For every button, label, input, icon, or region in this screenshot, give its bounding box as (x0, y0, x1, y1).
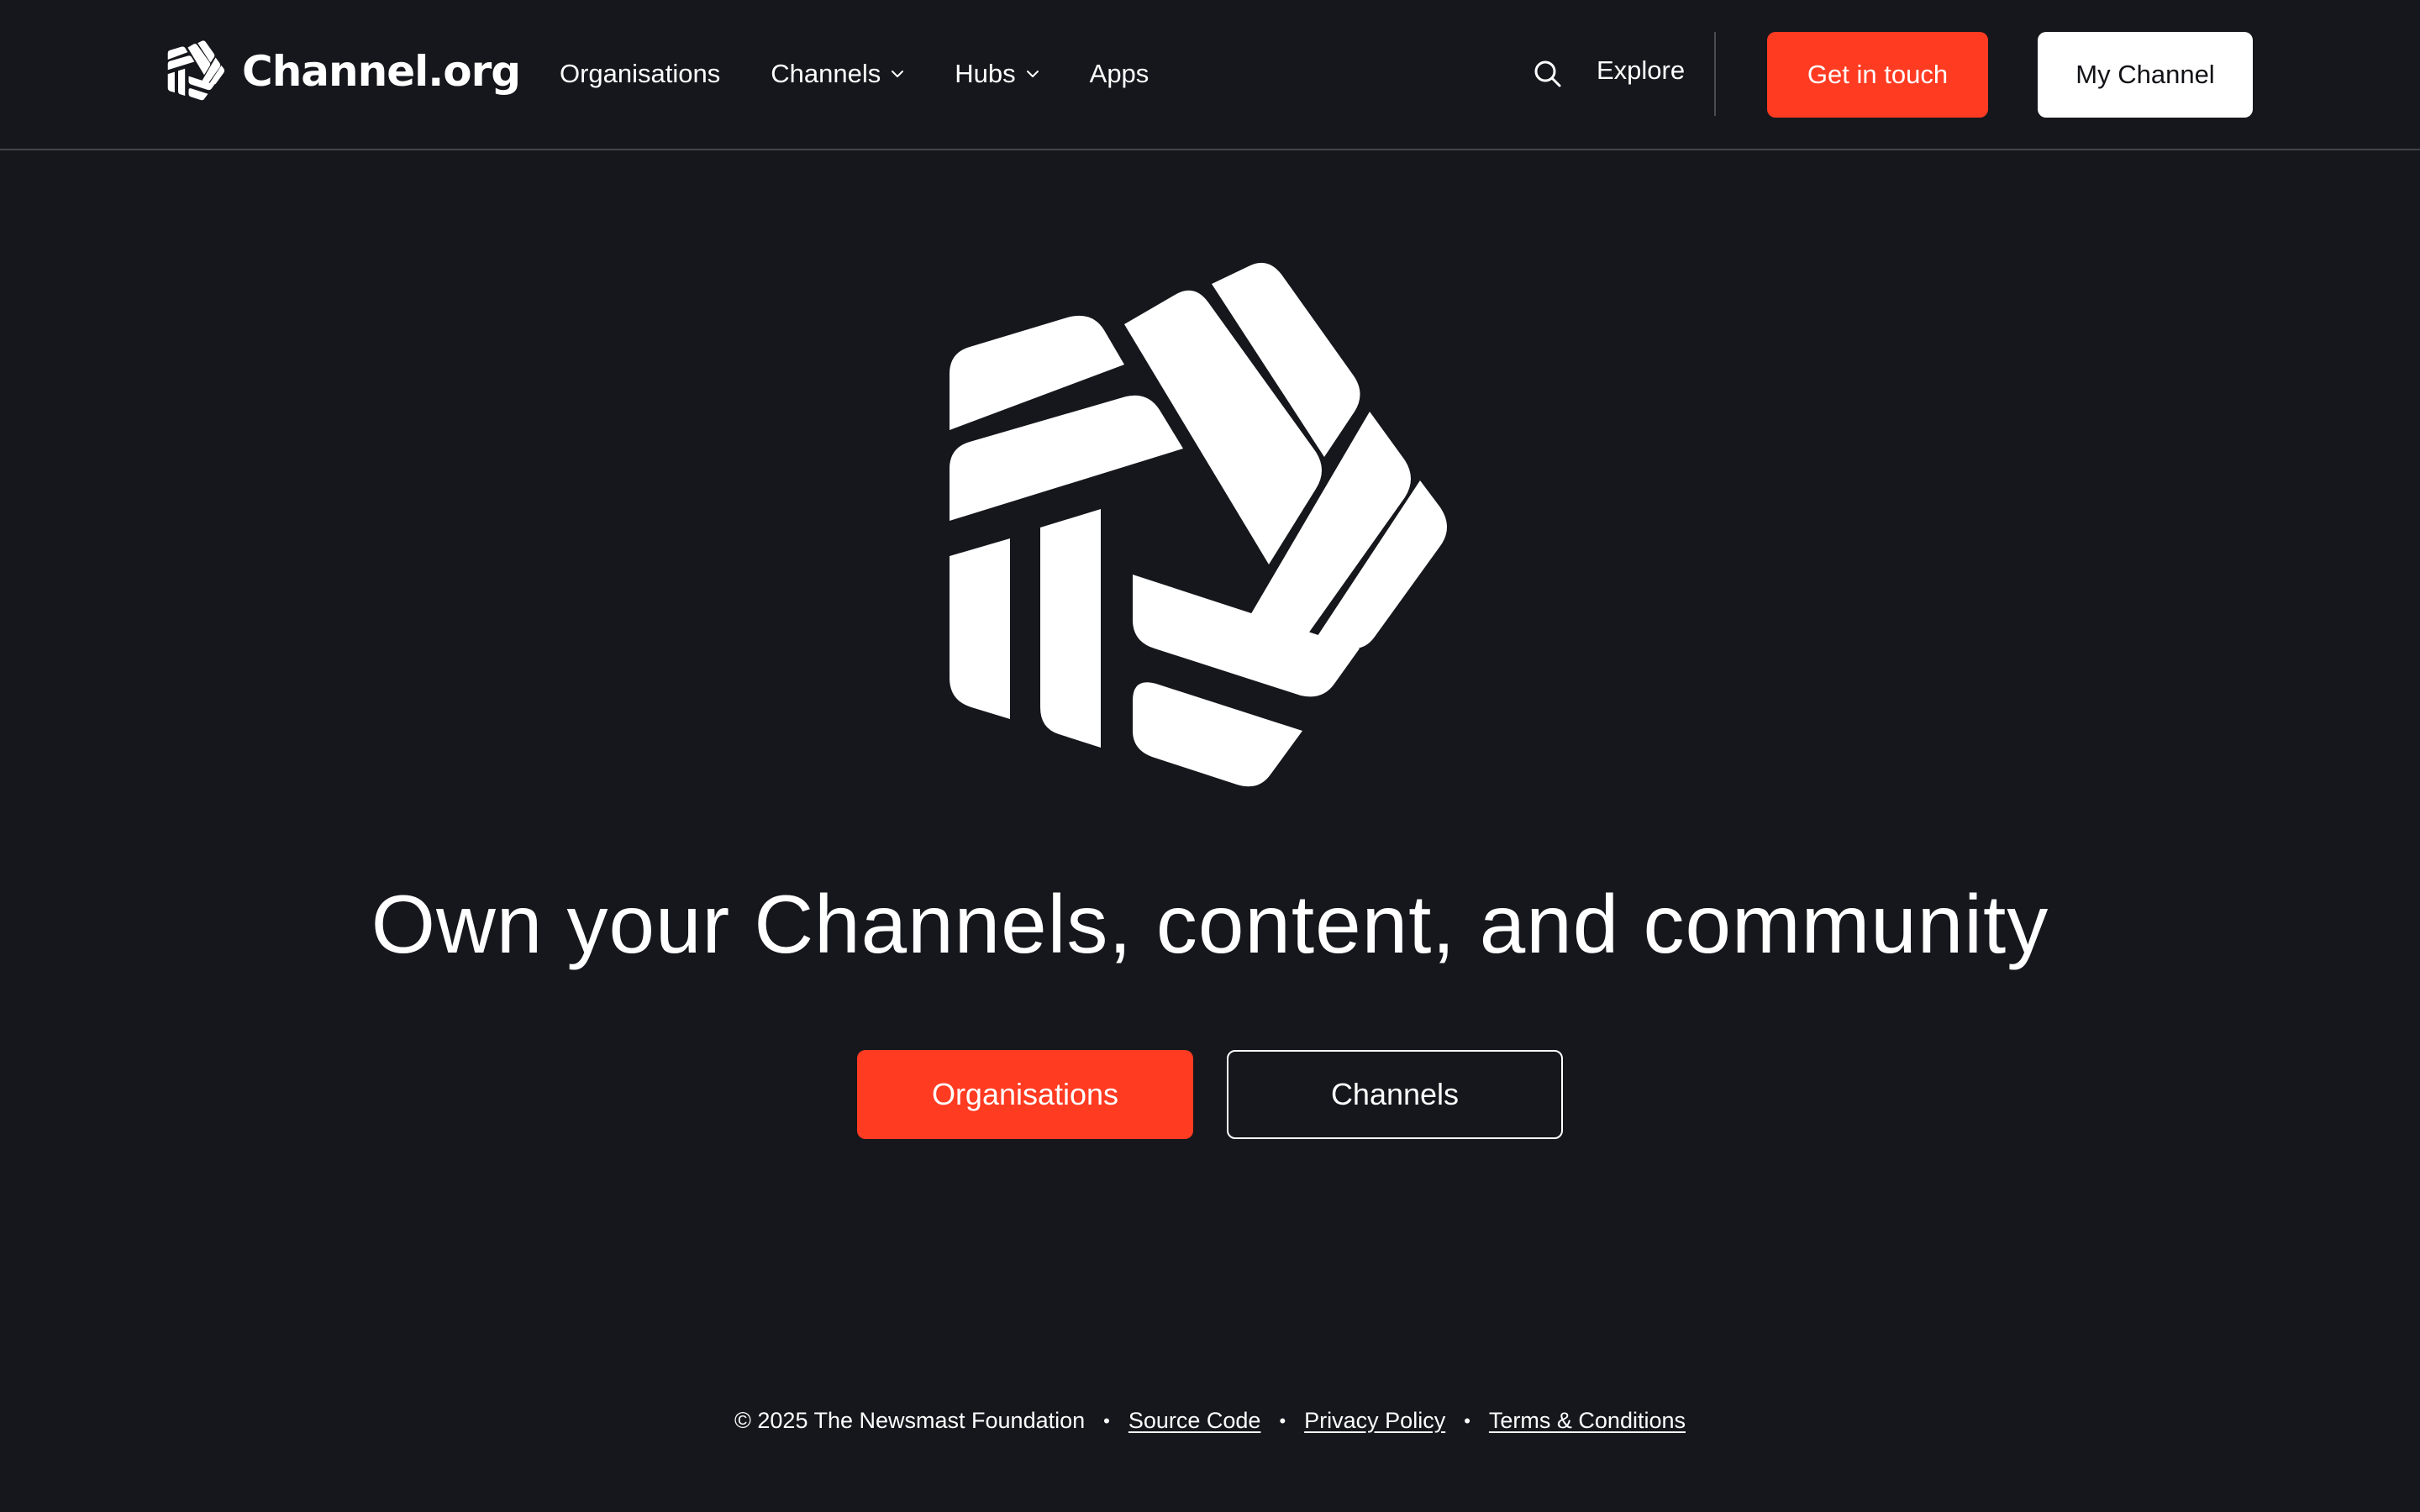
nav-channels-label: Channels (771, 59, 881, 88)
hero-logo-icon (950, 262, 1447, 787)
hero-headline: Own your Channels, content, and communit… (371, 878, 2049, 970)
header-divider (1714, 32, 1716, 116)
terms-link[interactable]: Terms & Conditions (1489, 1408, 1686, 1434)
nav-hubs-label: Hubs (955, 59, 1016, 88)
footer-separator: • (1103, 1410, 1110, 1431)
nav-channels-dropdown[interactable]: Channels (771, 59, 904, 89)
brand-logo-link[interactable]: Channel.org (166, 37, 521, 106)
explore-link[interactable]: Explore (1597, 55, 1685, 86)
site-header: Channel.org Organisations Channels Hubs … (0, 0, 2420, 150)
privacy-policy-link[interactable]: Privacy Policy (1304, 1408, 1445, 1434)
nav-organisations-label: Organisations (560, 59, 721, 88)
search-icon (1534, 60, 1561, 87)
site-footer: © 2025 The Newsmast Foundation • Source … (0, 1408, 2420, 1434)
nav-apps-label: Apps (1089, 59, 1150, 88)
my-channel-button[interactable]: My Channel (2038, 32, 2253, 118)
nav-organisations[interactable]: Organisations (560, 59, 720, 89)
footer-separator: • (1279, 1410, 1286, 1431)
search-button[interactable] (1531, 57, 1565, 91)
brand-name: Channel.org (242, 47, 521, 96)
channel-logo-icon (167, 40, 225, 101)
footer-separator: • (1464, 1410, 1470, 1431)
get-in-touch-button[interactable]: Get in touch (1767, 32, 1988, 118)
hero-cta-row: Organisations Channels (857, 1050, 1563, 1139)
main-nav: Organisations Channels Hubs Apps (560, 50, 1199, 97)
nav-hubs-dropdown[interactable]: Hubs (955, 59, 1039, 89)
copyright-text: © 2025 The Newsmast Foundation (734, 1408, 1086, 1433)
nav-apps[interactable]: Apps (1090, 59, 1150, 89)
channels-button[interactable]: Channels (1227, 1050, 1563, 1139)
source-code-link[interactable]: Source Code (1128, 1408, 1261, 1434)
chevron-down-icon (1026, 71, 1039, 77)
chevron-down-icon (892, 71, 904, 77)
organisations-button[interactable]: Organisations (857, 1050, 1193, 1139)
